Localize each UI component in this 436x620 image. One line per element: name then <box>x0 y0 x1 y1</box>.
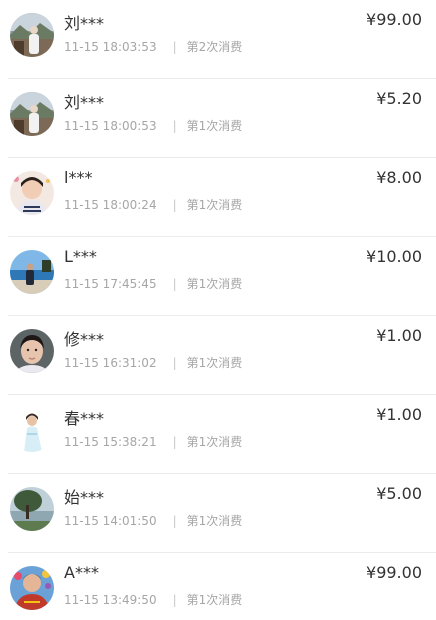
woman-portrait-icon <box>10 329 54 373</box>
user-name: 修*** <box>64 330 105 349</box>
amount: ¥8.00 <box>376 168 422 187</box>
record-meta: 11-15 18:00:24 | 第1次消费 <box>64 196 242 213</box>
user-name: A*** <box>64 563 99 582</box>
record-time: 11-15 18:00:24 <box>64 198 157 212</box>
list-item[interactable]: 修*** 11-15 16:31:02 | 第1次消费 ¥1.00 <box>0 316 436 395</box>
consumption-count: 第1次消费 <box>186 593 243 607</box>
meta-separator: | <box>172 514 177 528</box>
record-meta: 11-15 14:01:50 | 第1次消费 <box>64 512 242 529</box>
meta-separator: | <box>172 435 177 449</box>
consumption-count: 第2次消费 <box>186 40 243 54</box>
meta-separator: | <box>172 198 177 212</box>
meta-separator: | <box>172 356 177 370</box>
amount: ¥10.00 <box>366 247 422 266</box>
consumption-count: 第1次消费 <box>186 356 243 370</box>
landscape-person-icon <box>10 13 54 57</box>
record-time: 11-15 18:00:53 <box>64 119 157 133</box>
record-time: 11-15 16:31:02 <box>64 356 157 370</box>
consumption-count: 第1次消费 <box>186 435 243 449</box>
woman-white-dress-icon <box>10 408 54 452</box>
list-item[interactable]: A*** 11-15 13:49:50 | 第1次消费 ¥99.00 <box>0 553 436 620</box>
record-time: 11-15 18:03:53 <box>64 40 157 54</box>
consumption-count: 第1次消费 <box>186 277 243 291</box>
list-item[interactable]: L*** 11-15 17:45:45 | 第1次消费 ¥10.00 <box>0 237 436 316</box>
landscape-person-icon <box>10 92 54 136</box>
list-item[interactable]: 刘*** 11-15 18:03:53 | 第2次消费 ¥99.00 <box>0 0 436 79</box>
beach-person-icon <box>10 250 54 294</box>
colorful-person-icon <box>10 566 54 610</box>
amount: ¥5.00 <box>376 484 422 503</box>
record-meta: 11-15 17:45:45 | 第1次消费 <box>64 275 242 292</box>
record-time: 11-15 17:45:45 <box>64 277 157 291</box>
amount: ¥1.00 <box>376 405 422 424</box>
consumption-count: 第1次消费 <box>186 198 243 212</box>
record-meta: 11-15 16:31:02 | 第1次消费 <box>64 354 242 371</box>
user-name: 始*** <box>64 488 105 507</box>
user-name: 刘*** <box>64 93 105 112</box>
user-name: L*** <box>64 247 97 266</box>
amount: ¥5.20 <box>376 89 422 108</box>
user-name: 春*** <box>64 409 105 428</box>
amount: ¥99.00 <box>366 10 422 29</box>
record-meta: 11-15 13:49:50 | 第1次消费 <box>64 591 242 608</box>
consumption-record-list: 刘*** 11-15 18:03:53 | 第2次消费 ¥99.00 刘*** 11… <box>0 0 436 620</box>
record-time: 11-15 15:38:21 <box>64 435 157 449</box>
meta-separator: | <box>172 277 177 291</box>
record-meta: 11-15 18:00:53 | 第1次消费 <box>64 117 242 134</box>
list-item[interactable]: l*** 11-15 18:00:24 | 第1次消费 ¥8.00 <box>0 158 436 237</box>
amount: ¥1.00 <box>376 326 422 345</box>
user-name: 刘*** <box>64 14 105 33</box>
list-item[interactable]: 刘*** 11-15 18:00:53 | 第1次消费 ¥5.20 <box>0 79 436 158</box>
record-meta: 11-15 18:03:53 | 第2次消费 <box>64 38 242 55</box>
record-time: 11-15 13:49:50 <box>64 593 157 607</box>
record-meta: 11-15 15:38:21 | 第1次消费 <box>64 433 242 450</box>
record-time: 11-15 14:01:50 <box>64 514 157 528</box>
meta-separator: | <box>172 593 177 607</box>
list-item[interactable]: 春*** 11-15 15:38:21 | 第1次消费 ¥1.00 <box>0 395 436 474</box>
meta-separator: | <box>172 40 177 54</box>
meta-separator: | <box>172 119 177 133</box>
tree-lake-icon <box>10 487 54 531</box>
consumption-count: 第1次消费 <box>186 514 243 528</box>
child-portrait-icon <box>10 171 54 215</box>
user-name: l*** <box>64 168 93 187</box>
consumption-count: 第1次消费 <box>186 119 243 133</box>
list-item[interactable]: 始*** 11-15 14:01:50 | 第1次消费 ¥5.00 <box>0 474 436 553</box>
amount: ¥99.00 <box>366 563 422 582</box>
